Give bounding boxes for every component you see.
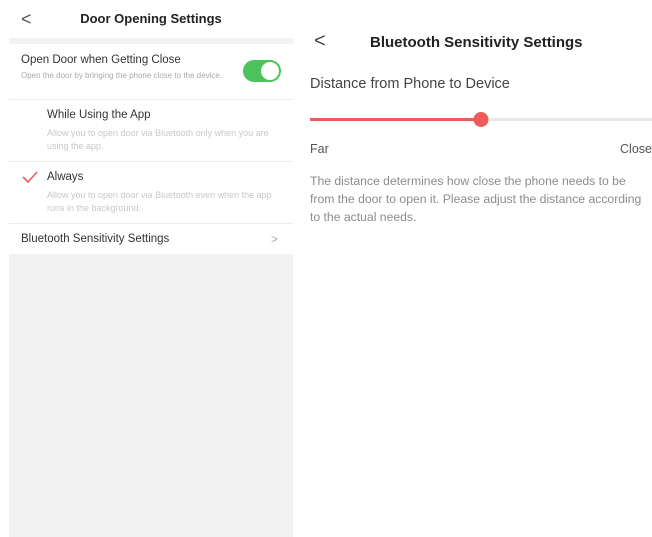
open-door-toggle[interactable] bbox=[243, 60, 281, 82]
option-title: While Using the App bbox=[47, 109, 151, 121]
slider-label-far: Far bbox=[310, 142, 329, 156]
open-door-title: Open Door when Getting Close bbox=[21, 54, 181, 66]
distance-description: The distance determines how close the ph… bbox=[310, 174, 642, 224]
distance-heading: Distance from Phone to Device bbox=[310, 76, 510, 92]
distance-slider[interactable] bbox=[310, 112, 652, 128]
open-door-row: Open Door when Getting Close Open the do… bbox=[9, 44, 293, 100]
page-title: Door Opening Settings bbox=[80, 11, 222, 26]
slider-thumb[interactable] bbox=[473, 112, 489, 127]
chevron-right-icon: > bbox=[271, 232, 279, 246]
nav-bar: < Door Opening Settings bbox=[9, 0, 293, 38]
bluetooth-sensitivity-screen: < Bluetooth Sensitivity Settings Distanc… bbox=[300, 0, 652, 537]
checkmark-icon bbox=[22, 171, 38, 184]
settings-card: Open Door when Getting Close Open the do… bbox=[9, 44, 293, 254]
toggle-knob bbox=[261, 62, 279, 80]
page-title: Bluetooth Sensitivity Settings bbox=[370, 34, 583, 51]
option-while-using[interactable]: While Using the App Allow you to open do… bbox=[9, 100, 293, 162]
option-description: Allow you to open door via Bluetooth onl… bbox=[47, 128, 269, 151]
door-opening-settings-screen: < Door Opening Settings Open Door when G… bbox=[9, 0, 293, 537]
bluetooth-sensitivity-row[interactable]: Bluetooth Sensitivity Settings > bbox=[9, 224, 293, 254]
chevron-left-icon: < bbox=[314, 30, 326, 52]
slider-label-close: Close bbox=[620, 142, 652, 156]
option-description: Allow you to open door via Bluetooth eve… bbox=[47, 190, 272, 213]
bluetooth-sensitivity-label: Bluetooth Sensitivity Settings bbox=[21, 233, 170, 245]
open-door-subtitle: Open the door by bringing the phone clos… bbox=[21, 71, 223, 80]
option-title: Always bbox=[47, 171, 84, 183]
option-always[interactable]: Always Allow you to open door via Blueto… bbox=[9, 162, 293, 224]
back-button[interactable]: < bbox=[314, 29, 334, 53]
slider-fill bbox=[310, 118, 481, 121]
